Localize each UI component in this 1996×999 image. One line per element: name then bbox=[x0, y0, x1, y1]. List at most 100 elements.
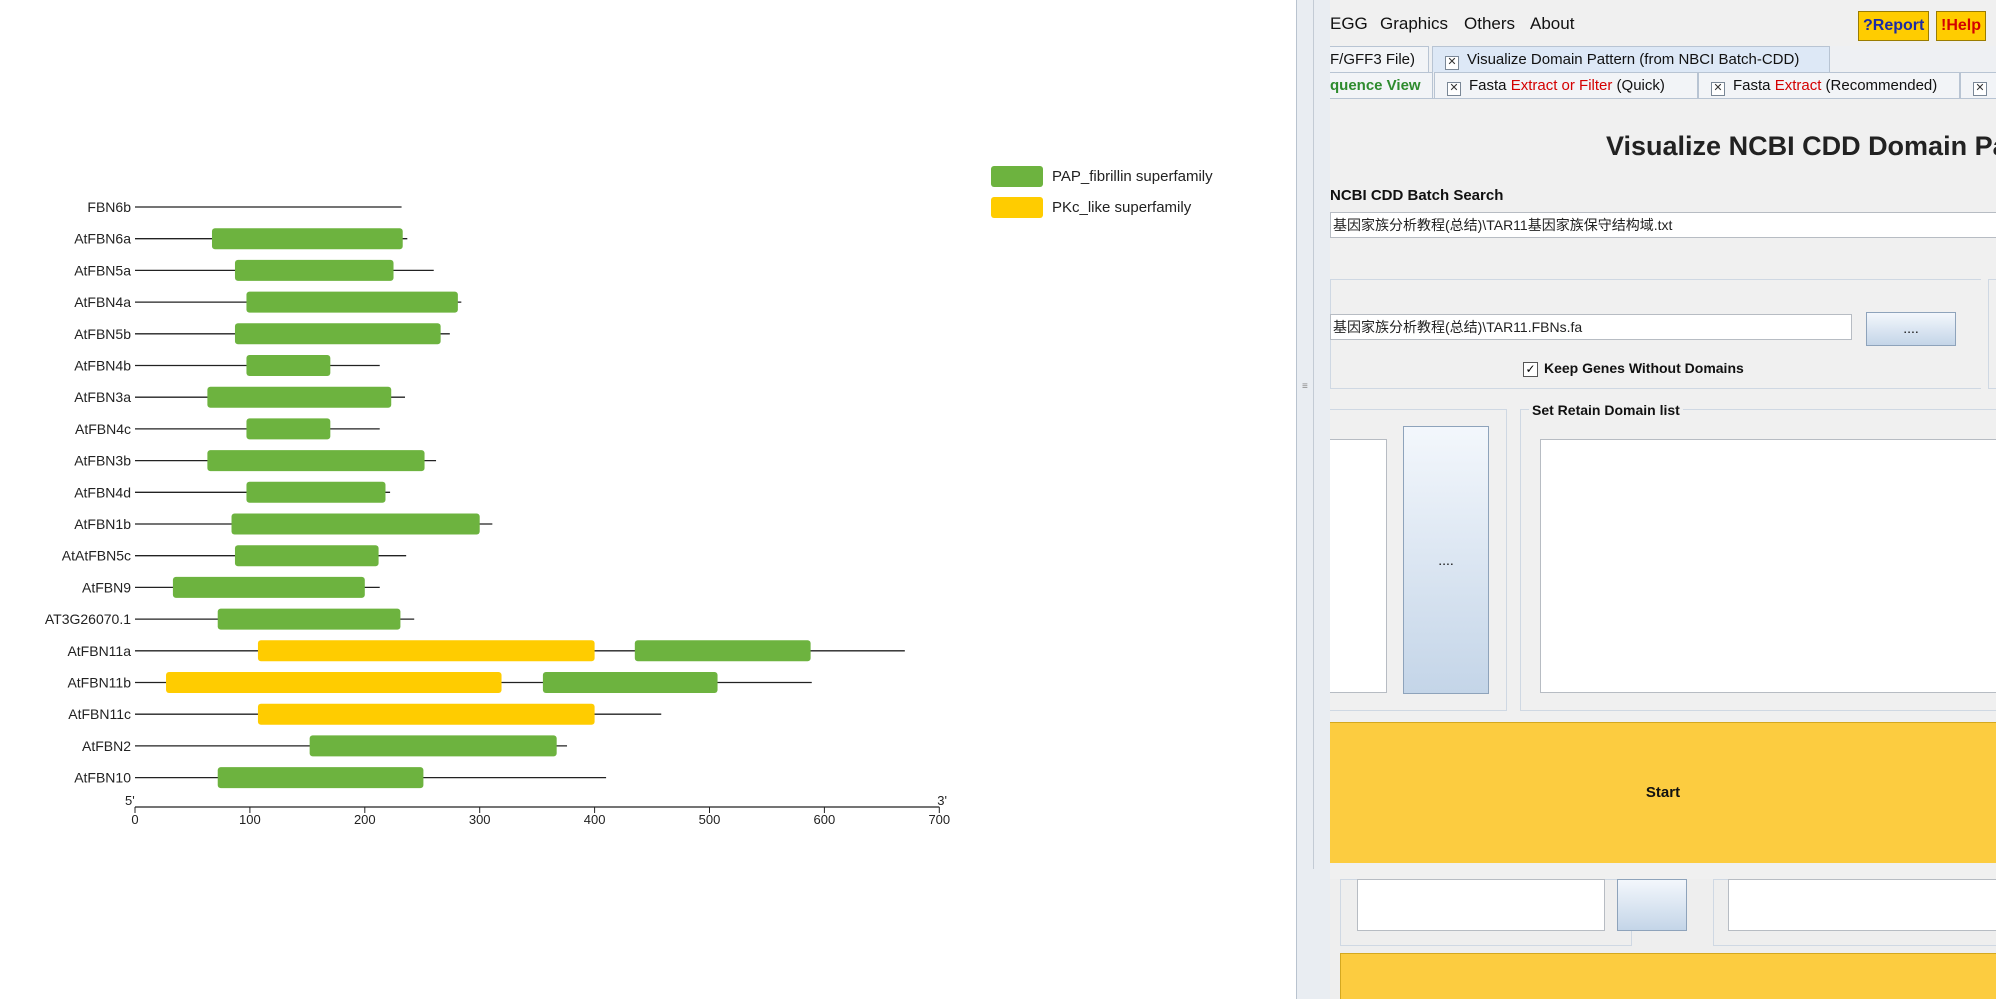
tab-label: F/GFF3 File) bbox=[1330, 51, 1415, 68]
tab-label-suffix: (Recommended) bbox=[1821, 77, 1938, 94]
background-box bbox=[1357, 879, 1605, 931]
background-button bbox=[1617, 879, 1687, 931]
background-start-button bbox=[1340, 953, 1996, 999]
splitter-line bbox=[1299, 0, 1314, 869]
x-tick-label: 300 bbox=[469, 812, 491, 827]
tab-fasta-extract-recommended[interactable]: ✕ Fasta Extract (Recommended) bbox=[1698, 72, 1960, 98]
domain-bar bbox=[207, 450, 425, 472]
gene-label: AtFBN4a bbox=[74, 294, 131, 310]
keep-genes-label: Keep Genes Without Domains bbox=[1544, 360, 1744, 376]
gene-label: AtFBN4c bbox=[75, 421, 131, 437]
tab-gff3-file[interactable]: F/GFF3 File) bbox=[1330, 46, 1429, 72]
domain-bar bbox=[207, 386, 392, 408]
gene-label: AtFBN1b bbox=[74, 516, 131, 532]
domain-bar bbox=[211, 228, 403, 250]
domain-bar bbox=[309, 735, 557, 757]
five-prime-label: 5' bbox=[125, 793, 135, 808]
menu-graphics[interactable]: Graphics bbox=[1380, 14, 1448, 34]
gene-label: AtFBN9 bbox=[82, 579, 131, 595]
tab-label-highlight: Extract bbox=[1774, 77, 1822, 94]
domain-list[interactable] bbox=[1330, 439, 1387, 693]
gene-label: AtFBN5a bbox=[74, 262, 131, 278]
tab-visualize-domain-pattern[interactable]: ✕ Visualize Domain Pattern (from NBCI Bat… bbox=[1432, 46, 1830, 72]
domain-bar bbox=[166, 672, 502, 693]
gene-label: AtFBN10 bbox=[74, 770, 131, 786]
retain-domain-list[interactable] bbox=[1540, 439, 1996, 693]
tab-label-prefix: Fasta bbox=[1469, 77, 1511, 94]
tab-next[interactable]: ✕ bbox=[1960, 72, 1996, 98]
gene-label: AtFBN11c bbox=[68, 706, 131, 722]
domain-bar bbox=[246, 291, 458, 313]
move-domain-button[interactable]: .... bbox=[1403, 426, 1489, 694]
domain-chart: FBN6b AtFBN6a AtFBN5a AtFBN4a AtFBN5b AtFBN4b… bbox=[45, 166, 1213, 827]
close-tab-icon[interactable]: ✕ bbox=[1445, 56, 1459, 70]
browse-fasta-button[interactable]: .... bbox=[1866, 312, 1956, 346]
tab-sequence-view[interactable]: quence View bbox=[1330, 72, 1433, 98]
window-splitter[interactable]: ≡ bbox=[1296, 0, 1332, 999]
x-tick-label: 400 bbox=[584, 812, 606, 827]
domain-bar bbox=[217, 767, 424, 789]
menu-others[interactable]: Others bbox=[1464, 14, 1515, 34]
page-title: Visualize NCBI CDD Domain Pa bbox=[1606, 131, 1996, 161]
gene-label: AtFBN5b bbox=[74, 326, 131, 342]
x-tick-label: 200 bbox=[354, 812, 376, 827]
domain-bar bbox=[246, 355, 331, 376]
gene-label: AtFBN4b bbox=[74, 358, 131, 374]
gene-label: AtFBN3b bbox=[74, 453, 131, 469]
legend-entry: PKc_like superfamily bbox=[1052, 199, 1192, 216]
domain-bar bbox=[257, 640, 595, 662]
tab-label: Visualize Domain Pattern (from NBCI Batc… bbox=[1467, 51, 1800, 68]
report-button[interactable]: ?Report bbox=[1858, 11, 1930, 41]
tab-label: quence View bbox=[1330, 77, 1421, 94]
gene-label: AtFBN6a bbox=[74, 231, 131, 247]
tab-label-highlight: Extract or Filter bbox=[1510, 77, 1613, 94]
x-tick-label: 600 bbox=[814, 812, 836, 827]
three-prime-label: 3' bbox=[937, 793, 947, 808]
visualize-cdd-panel: Visualize NCBI CDD Domain Pa NCBI CDD Ba… bbox=[1330, 99, 1996, 879]
gene-label: AtFBN11b bbox=[67, 675, 131, 691]
batch-file-input[interactable]: 基因家族分析教程(总结)\TAR11基因家族保守结构域.txt bbox=[1330, 212, 1996, 238]
retain-domain-title: Set Retain Domain list bbox=[1529, 402, 1683, 418]
domain-bar bbox=[246, 481, 386, 503]
tab-row-primary: F/GFF3 File) ✕ Visualize Domain Pattern (… bbox=[1330, 46, 1996, 73]
domain-chart-area: FBN6b AtFBN6a AtFBN5a AtFBN4a AtFBN5b AtFBN4b… bbox=[0, 0, 1296, 999]
menu-kegg[interactable]: EGG bbox=[1330, 14, 1368, 34]
menu-bar: EGG Graphics Others About ?Report !Help bbox=[1330, 0, 1996, 47]
help-button[interactable]: !Help bbox=[1936, 11, 1986, 41]
domain-bar bbox=[234, 323, 441, 345]
domain-bar bbox=[257, 703, 595, 725]
x-tick-label: 100 bbox=[239, 812, 261, 827]
batch-search-label: NCBI CDD Batch Search bbox=[1330, 187, 1504, 204]
domain-bar bbox=[542, 672, 718, 693]
close-tab-icon[interactable]: ✕ bbox=[1973, 82, 1987, 96]
gene-label: AtAtFBN5c bbox=[62, 548, 131, 564]
gene-label: AtFBN3a bbox=[74, 389, 131, 405]
background-box bbox=[1728, 879, 1996, 931]
side-group bbox=[1988, 279, 1996, 389]
domain-bar bbox=[172, 576, 365, 598]
gene-label: AT3G26070.1 bbox=[45, 611, 131, 627]
close-tab-icon[interactable]: ✕ bbox=[1447, 82, 1461, 96]
keep-genes-checkbox[interactable]: ✓ bbox=[1523, 362, 1538, 377]
domain-bar bbox=[234, 259, 394, 281]
x-tick-label: 700 bbox=[928, 812, 950, 827]
fasta-file-input[interactable]: 基因家族分析教程(总结)\TAR11.FBNs.fa bbox=[1330, 314, 1852, 340]
domain-bar bbox=[231, 513, 480, 535]
gene-label: AtFBN11a bbox=[67, 643, 131, 659]
menu-about[interactable]: About bbox=[1530, 14, 1574, 34]
background-window bbox=[1330, 879, 1996, 999]
gene-label: AtFBN2 bbox=[82, 738, 131, 754]
gene-label: FBN6b bbox=[87, 199, 131, 215]
tbtools-window: EGG Graphics Others About ?Report !Help … bbox=[1330, 0, 1996, 999]
legend-entry: PAP_fibrillin superfamily bbox=[1052, 168, 1213, 185]
x-tick-label: 500 bbox=[699, 812, 721, 827]
domain-bar bbox=[634, 640, 811, 662]
tab-row-secondary: quence View ✕ Fasta Extract or Filter (Qu… bbox=[1330, 72, 1996, 99]
close-tab-icon[interactable]: ✕ bbox=[1711, 82, 1725, 96]
tab-fasta-extract-filter[interactable]: ✕ Fasta Extract or Filter (Quick) bbox=[1434, 72, 1698, 98]
domain-bar bbox=[246, 418, 331, 440]
domain-bar bbox=[234, 545, 379, 567]
start-button[interactable]: Start bbox=[1330, 722, 1996, 863]
gene-label: AtFBN4d bbox=[74, 484, 131, 500]
splitter-grip-icon[interactable]: ≡ bbox=[1302, 382, 1310, 399]
